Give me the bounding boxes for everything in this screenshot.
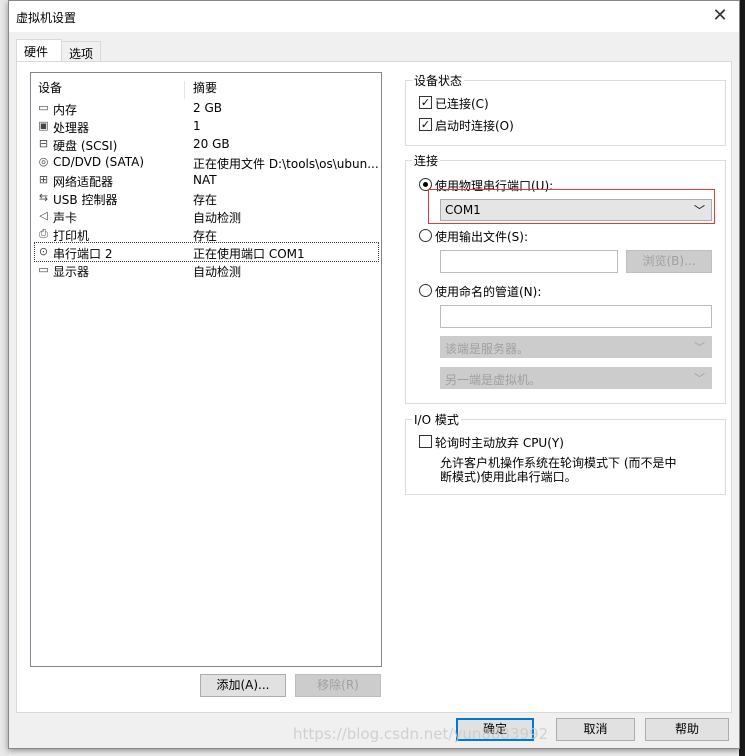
window-title: 虚拟机设置 [16,11,77,25]
device-row-hard-disk[interactable]: ⊟ 硬盘 (SCSI) 20 GB [35,135,378,153]
device-name: 串行端口 2 [53,247,113,261]
device-summary: 自动检测 [193,265,242,279]
cd-dvd-icon: ◎ [38,155,49,168]
device-row-display[interactable]: ▭ 显示器 自动检测 [35,261,378,279]
device-name: 处理器 [53,121,90,135]
tab-hardware[interactable]: 硬件 [16,39,62,62]
output-file-input[interactable] [440,250,618,273]
pipe-other-end-select[interactable]: 另一端是虚拟机。 ﹀ [440,367,712,389]
device-name: USB 控制器 [53,193,118,207]
hard-disk-icon: ⊟ [38,137,49,150]
device-name: 网络适配器 [53,175,114,189]
device-row-memory[interactable]: ▭ 内存 2 GB [35,99,378,117]
device-list[interactable]: 设备 摘要 ▭ 内存 2 GB ▣ 处理器 1 ⊟ 硬盘 (SCSI) 20 GB ◎ CD/… [30,72,382,667]
connected-checkbox[interactable]: ✓ [419,96,432,109]
named-pipe-radio[interactable] [419,284,432,297]
device-row-serial-port[interactable]: ⊙ 串行端口 2 正在使用端口 COM1 [34,242,379,262]
device-summary: 自动检测 [193,211,242,225]
device-name: 声卡 [53,211,78,225]
device-summary: 1 [193,119,201,133]
vm-settings-dialog: 虚拟机设置 ✕ 硬件 选项 设备 摘要 ▭ 内存 2 GB ▣ 处理器 1 ⊟ 硬盘 (S… [8,0,740,749]
named-pipe-label[interactable]: 使用命名的管道(N): [435,283,541,300]
yield-cpu-checkbox[interactable] [419,435,432,448]
device-name: 显示器 [53,265,90,279]
list-header: 设备 摘要 [31,79,381,99]
help-button[interactable]: 帮助 [645,718,729,741]
column-separator[interactable] [184,81,185,99]
device-row-cd-dvd[interactable]: ◎ CD/DVD (SATA) 正在使用文件 D:\tools\os\ubun... [35,153,379,171]
pipe-end-select[interactable]: 该端是服务器。 ﹀ [440,336,712,358]
connection-group: 连接 使用物理串行端口(U): COM1 ﹀ 使用输出文件(S): 浏览(B)..… [405,152,726,404]
device-status-group: 设备状态 ✓ 已连接(C) ✓ 启动时连接(O) [405,72,726,146]
title-bar: 虚拟机设置 ✕ [9,1,739,32]
output-file-label[interactable]: 使用输出文件(S): [435,228,528,245]
device-row-sound[interactable]: ◁ 声卡 自动检测 [35,207,378,225]
close-icon[interactable]: ✕ [709,5,731,26]
column-header-summary[interactable]: 摘要 [193,79,217,96]
device-summary: 2 GB [193,101,222,115]
column-header-device[interactable]: 设备 [38,79,62,96]
highlight-annotation [428,189,715,224]
memory-icon: ▭ [38,101,49,114]
connect-at-power-on-label[interactable]: 启动时连接(O) [435,117,514,134]
device-row-processor[interactable]: ▣ 处理器 1 [35,117,378,135]
chevron-down-icon: ﹀ [694,372,705,385]
tab-panel: 设备 摘要 ▭ 内存 2 GB ▣ 处理器 1 ⊟ 硬盘 (SCSI) 20 GB ◎ CD/… [16,61,732,713]
connect-at-power-on-checkbox[interactable]: ✓ [419,118,432,131]
device-summary: 存在 [193,229,218,243]
printer-icon: ⎙ [39,227,48,240]
named-pipe-input[interactable] [440,305,712,328]
yield-cpu-label[interactable]: 轮询时主动放弃 CPU(Y) [435,434,564,451]
select-value: 该端是服务器。 [445,342,530,356]
group-legend: 设备状态 [412,72,465,89]
device-summary: 20 GB [193,137,230,151]
device-row-network[interactable]: ⊞ 网络适配器 NAT [35,171,378,189]
device-summary: 正在使用端口 COM1 [193,247,305,261]
device-summary: 正在使用文件 D:\tools\os\ubun... [193,157,379,171]
browse-button[interactable]: 浏览(B)... [626,250,712,273]
chevron-down-icon: ﹀ [694,341,705,354]
remove-button[interactable]: 移除(R) [295,674,381,697]
device-summary: 存在 [193,193,218,207]
cancel-button[interactable]: 取消 [556,718,635,741]
processor-icon: ▣ [38,119,49,132]
display-icon: ▭ [38,263,49,276]
output-file-radio[interactable] [419,229,432,242]
io-mode-group: I/O 模式 轮询时主动放弃 CPU(Y) 允许客户机操作系统在轮询模式下 (而… [405,411,726,495]
connected-label[interactable]: 已连接(C) [435,95,489,112]
tab-options[interactable]: 选项 [61,41,101,62]
device-name: 打印机 [53,229,90,243]
io-mode-description: 允许客户机操作系统在轮询模式下 (而不是中断模式)使用此串行端口。 [440,456,677,484]
device-row-printer[interactable]: ⎙ 打印机 存在 [35,225,378,243]
device-row-usb[interactable]: ⇆ USB 控制器 存在 [35,189,378,207]
group-legend: I/O 模式 [412,411,461,428]
select-value: 另一端是虚拟机。 [445,373,542,387]
device-name: 硬盘 (SCSI) [53,139,118,153]
device-name: CD/DVD (SATA) [53,155,145,169]
add-button[interactable]: 添加(A)... [200,674,286,697]
group-legend: 连接 [412,152,441,169]
usb-icon: ⇆ [38,191,49,204]
device-summary: NAT [193,173,217,187]
network-adapter-icon: ⊞ [38,173,49,186]
watermark: https://blog.csdn.net/yun8883992 [293,725,549,743]
device-name: 内存 [53,103,78,117]
serial-port-icon: ⊙ [38,245,49,258]
sound-card-icon: ◁ [39,209,48,222]
